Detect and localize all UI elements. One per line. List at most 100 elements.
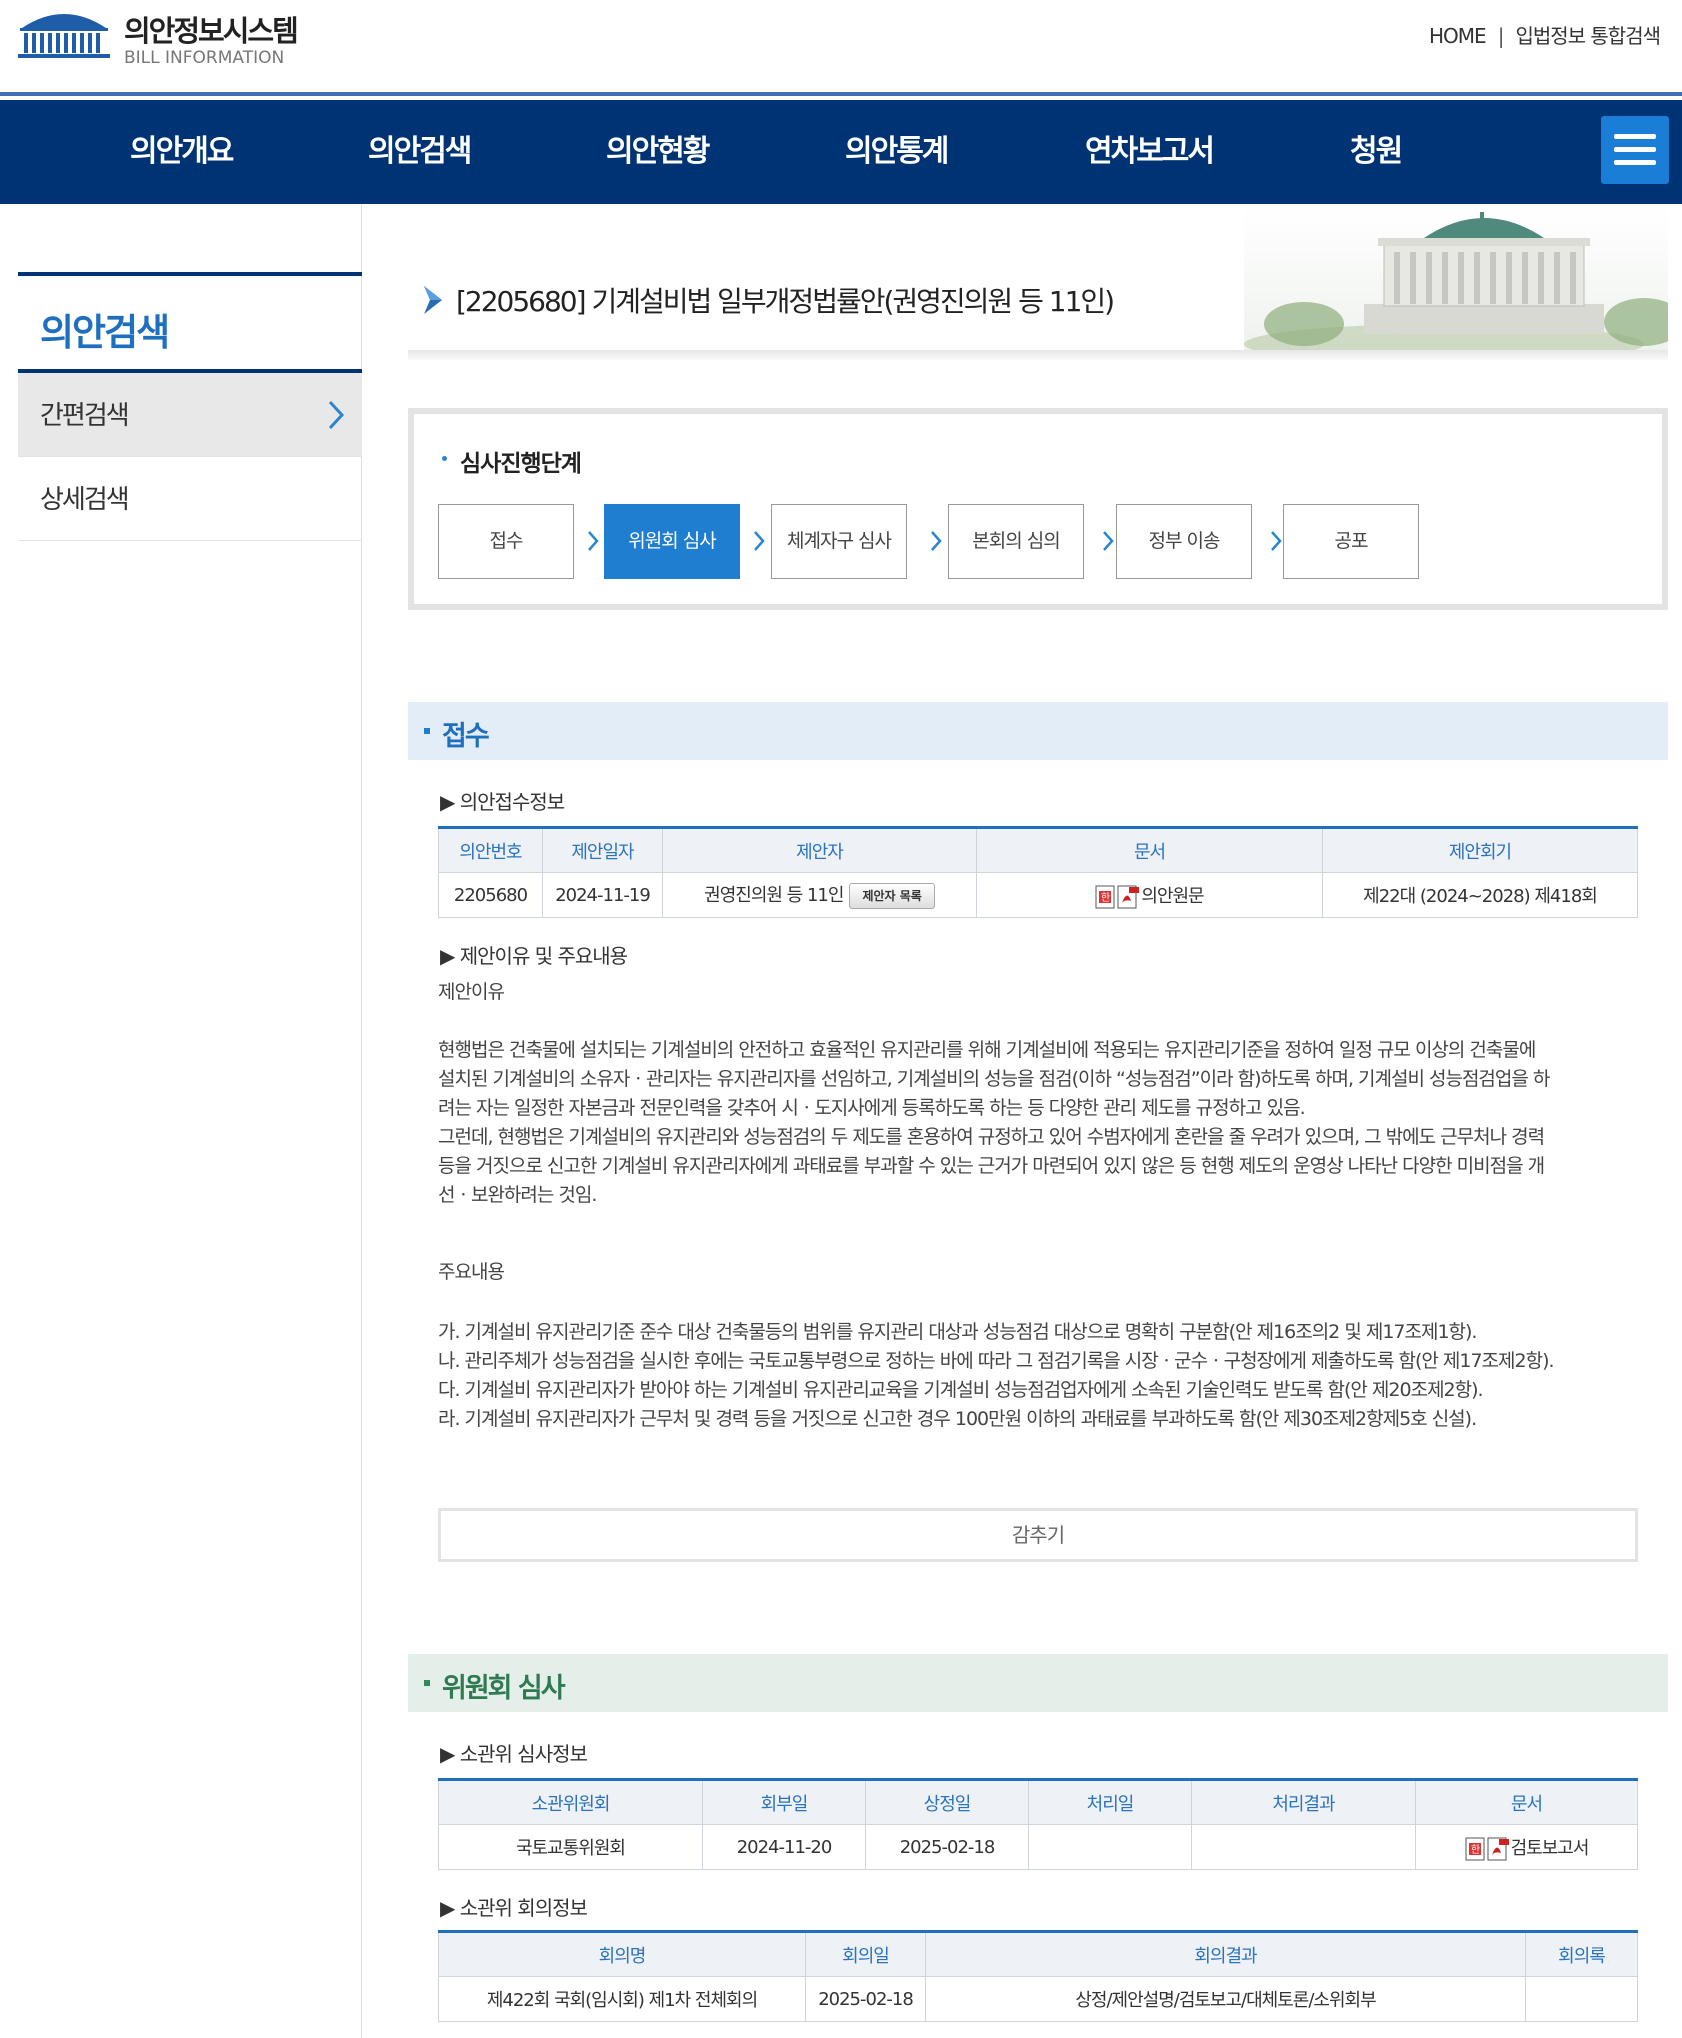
stage-receipt[interactable]: 접수	[438, 504, 574, 579]
title-arrow-icon	[424, 286, 442, 314]
page-title-area: [2205680] 기계설비법 일부개정법률안(권영진의원 등 11인)	[408, 204, 1668, 364]
chevron-right-icon	[1103, 531, 1114, 551]
reason-line: 선ㆍ보완하려는 것임.	[438, 1184, 597, 1206]
col-header: 제안일자	[542, 827, 663, 873]
main-content-line: 나. 관리주체가 성능점검을 실시한 후에는 국토교통부령으로 정하는 바에 따…	[438, 1350, 1555, 1372]
processing-date	[1028, 1824, 1192, 1870]
table-row: 2205680 2024-11-19 권영진의원 등 11인 제안자 목록 한 의안…	[438, 872, 1638, 918]
reason-line: 설치된 기계설비의 소유자ㆍ관리자는 유지관리자를 선임하고, 기계설비의 성능…	[438, 1068, 1550, 1090]
stage-gov-transfer[interactable]: 정부 이송	[1116, 504, 1252, 579]
proposal-session: 제22대 (2024~2028) 제418회	[1322, 872, 1638, 918]
bullet-dot-icon	[424, 728, 430, 734]
left-nav-item-label: 상세검색	[40, 485, 130, 515]
col-header: 회의록	[1525, 1931, 1638, 1977]
left-nav: 의안검색 간편검색 상세검색	[18, 204, 362, 2038]
assembly-building-image	[1244, 204, 1668, 354]
col-header: 문서	[1415, 1779, 1638, 1825]
meeting-minutes[interactable]	[1525, 1976, 1638, 2022]
meeting-result: 상정/제안설명/검토보고/대체토론/소위회부	[925, 1976, 1526, 2022]
reason-text: 현행법은 건축물에 설치되는 기계설비의 안전하고 효율적인 유지관리를 위해 …	[438, 1036, 1638, 1210]
left-nav-item-label: 간편검색	[40, 401, 130, 431]
left-nav-item-simple-search[interactable]: 간편검색	[18, 373, 362, 457]
processing-result	[1191, 1824, 1416, 1870]
meeting-date: 2025-02-18	[805, 1976, 926, 2022]
reason-title: ▶ 제안이유 및 주요내용	[440, 944, 628, 968]
committee-section-title: 위원회 심사	[442, 1673, 566, 1704]
stage-promulgation[interactable]: 공포	[1283, 504, 1419, 579]
table-row: 제422회 국회(임시회) 제1차 전체회의 2025-02-18 상정/제안설…	[438, 1976, 1638, 2022]
title-divider	[408, 350, 1668, 360]
col-header: 소관위원회	[438, 1779, 703, 1825]
referral-date: 2024-11-20	[702, 1824, 866, 1870]
main-content-label: 주요내용	[438, 1261, 505, 1283]
proposal-date: 2024-11-19	[542, 872, 663, 918]
page-title: [2205680] 기계설비법 일부개정법률안(권영진의원 등 11인)	[456, 285, 1115, 318]
review-stage-box: 심사진행단계 접수 위원회 심사 체계자구 심사 본회의 심의 정부 이송 공포	[408, 408, 1668, 610]
col-header: 의안번호	[438, 827, 543, 873]
document-cell: 한 의안원문	[976, 872, 1323, 918]
committee-info-table: 소관위원회 회부일 상정일 처리일 처리결과 문서 국토교통위원회 2024-1…	[438, 1778, 1638, 1870]
col-header: 제안자	[662, 827, 977, 873]
stage-committee-review[interactable]: 위원회 심사	[604, 504, 740, 579]
logo-title: 의안정보시스템	[124, 14, 299, 48]
committee-name: 국토교통위원회	[438, 1824, 703, 1870]
hwp-file-icon[interactable]: 한	[1465, 1837, 1487, 1861]
pdf-file-icon[interactable]	[1487, 1837, 1511, 1861]
main-content-line: 가. 기계설비 유지관리기준 준수 대상 건축물등의 범위를 유지관리 대상과 …	[438, 1321, 1477, 1343]
integrated-search-link[interactable]: 입법정보 통합검색	[1515, 24, 1661, 48]
agenda-date: 2025-02-18	[865, 1824, 1029, 1870]
receipt-section-title: 접수	[442, 721, 490, 752]
col-header: 처리결과	[1191, 1779, 1416, 1825]
col-header: 회의명	[438, 1931, 806, 1977]
reason-line: 등을 거짓으로 신고한 기계설비 유지관리자에게 과태료를 부과할 수 있는 근…	[438, 1155, 1545, 1177]
main-content-line: 라. 기계설비 유지관리자가 근무처 및 경력 등을 거짓으로 신고한 경우 1…	[438, 1408, 1477, 1430]
main-content-text: 가. 기계설비 유지관리기준 준수 대상 건축물등의 범위를 유지관리 대상과 …	[438, 1318, 1638, 1434]
assembly-logo-icon	[18, 14, 110, 58]
logo-subtitle: BILL INFORMATION	[124, 48, 285, 68]
reason-line: 현행법은 건축물에 설치되는 기계설비의 안전하고 효율적인 유지관리를 위해 …	[438, 1039, 1536, 1061]
gnb-item-status[interactable]: 의안현황	[606, 100, 710, 204]
col-header: 회의결과	[925, 1931, 1526, 1977]
meeting-name: 제422회 국회(임시회) 제1차 전체회의	[438, 1976, 806, 2022]
stage-plenary[interactable]: 본회의 심의	[948, 504, 1084, 579]
util-separator: |	[1497, 24, 1505, 48]
chevron-right-icon	[1271, 531, 1282, 551]
col-header: 제안회기	[1322, 827, 1638, 873]
hwp-file-icon[interactable]: 한	[1095, 885, 1117, 909]
site-logo[interactable]: 의안정보시스템 BILL INFORMATION	[18, 6, 318, 68]
committee-info-title: ▶ 소관위 심사정보	[440, 1742, 588, 1766]
meeting-info-table: 회의명 회의일 회의결과 회의록 제422회 국회(임시회) 제1차 전체회의 …	[438, 1930, 1638, 2022]
pdf-file-icon[interactable]	[1117, 885, 1141, 909]
receipt-info-title: ▶ 의안접수정보	[440, 790, 565, 814]
receipt-section-header: 접수	[408, 702, 1668, 760]
meeting-info-title: ▶ 소관위 회의정보	[440, 1896, 588, 1920]
home-link[interactable]: HOME	[1429, 24, 1487, 48]
chevron-right-icon	[754, 531, 765, 551]
chevron-right-icon	[588, 531, 599, 551]
gnb-item-search[interactable]: 의안검색	[368, 100, 472, 204]
hamburger-menu-icon[interactable]	[1601, 116, 1669, 184]
bill-number: 2205680	[438, 872, 543, 918]
gnb-item-petition[interactable]: 청원	[1350, 100, 1403, 204]
left-nav-item-detail-search[interactable]: 상세검색	[18, 457, 362, 541]
proposer-name: 권영진의원 등 11인	[704, 885, 844, 906]
gnb-item-annual-report[interactable]: 연차보고서	[1085, 100, 1215, 204]
hide-button[interactable]: 감추기	[438, 1508, 1638, 1562]
review-report-link[interactable]: 검토보고서	[1511, 1838, 1590, 1859]
col-header: 상정일	[865, 1779, 1029, 1825]
document-link[interactable]: 의안원문	[1141, 886, 1204, 907]
gnb-item-statistics[interactable]: 의안통계	[845, 100, 949, 204]
left-nav-title: 의안검색	[18, 272, 362, 373]
col-header: 회의일	[805, 1931, 926, 1977]
stage-legal-review[interactable]: 체계자구 심사	[771, 504, 907, 579]
reason-line: 그런데, 현행법은 기계설비의 유지관리와 성능점검의 두 제도를 혼용하여 규…	[438, 1126, 1545, 1148]
utility-links: HOME | 입법정보 통합검색	[1429, 20, 1661, 49]
document-cell: 한 검토보고서	[1415, 1824, 1638, 1870]
gnb-item-overview[interactable]: 의안개요	[130, 100, 234, 204]
proposer-list-button[interactable]: 제안자 목록	[849, 883, 935, 909]
bullet-dot-icon	[424, 1680, 430, 1686]
col-header: 문서	[976, 827, 1323, 873]
reason-line: 려는 자는 일정한 자본금과 전문인력을 갖추어 시ㆍ도지사에게 등록하도록 하…	[438, 1097, 1306, 1119]
review-stage-title: 심사진행단계	[460, 451, 582, 477]
reason-label: 제안이유	[438, 981, 505, 1003]
